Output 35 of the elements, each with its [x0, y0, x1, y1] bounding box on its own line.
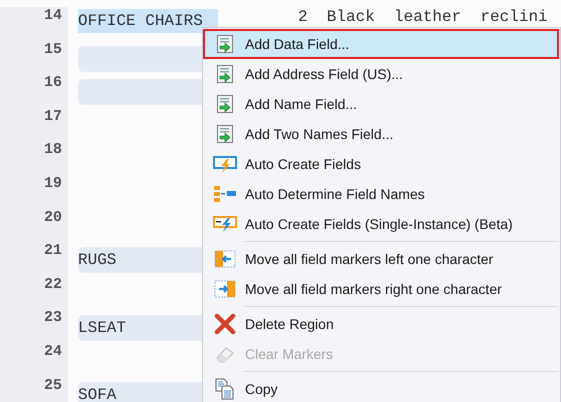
- menu-item[interactable]: Auto Determine Field Names: [203, 179, 559, 209]
- eraser-icon: [215, 345, 235, 363]
- line-text: OFFICE CHAIRS: [78, 12, 203, 30]
- menu-item[interactable]: Add Address Field (US)...: [203, 59, 559, 89]
- line-number: 22: [0, 276, 68, 310]
- menu-item[interactable]: Copy: [203, 374, 559, 402]
- menu-item[interactable]: Add Data Field...: [203, 29, 559, 59]
- move-right-icon: [214, 280, 236, 298]
- line-number: 15: [0, 40, 68, 74]
- field-names-icon: [213, 185, 237, 203]
- line-number: 25: [0, 376, 68, 402]
- lightning-icon: [213, 155, 237, 173]
- line-text: SOFA: [78, 386, 116, 402]
- line-number: 23: [0, 309, 68, 343]
- line-text: 2 Black leather reclini: [298, 8, 548, 26]
- menu-item[interactable]: Move all field markers left one character: [203, 244, 559, 274]
- menu-item[interactable]: Move all field markers right one character: [203, 274, 559, 304]
- move-left-icon: [214, 250, 236, 268]
- line-number: 20: [0, 208, 68, 242]
- menu-item[interactable]: Auto Create Fields (Single-Instance) (Beta): [203, 209, 559, 239]
- delete-icon: [214, 313, 236, 335]
- line-number: 17: [0, 108, 68, 142]
- line-number: 19: [0, 174, 68, 209]
- line-number: 16: [0, 74, 68, 108]
- menu-item[interactable]: Delete Region: [203, 309, 559, 339]
- line-number: 14: [0, 7, 68, 41]
- line-text: RUGS: [78, 251, 116, 270]
- line-number: 24: [0, 342, 68, 377]
- menu-item[interactable]: Add Name Field...: [203, 89, 559, 119]
- lightning-icon: [213, 215, 237, 233]
- line-text: LSEAT: [78, 318, 126, 337]
- line-number: 18: [0, 141, 68, 175]
- menu-item[interactable]: Add Two Names Field...: [203, 119, 559, 149]
- line-number: 21: [0, 242, 68, 276]
- menu-item[interactable]: Auto Create Fields: [203, 149, 559, 179]
